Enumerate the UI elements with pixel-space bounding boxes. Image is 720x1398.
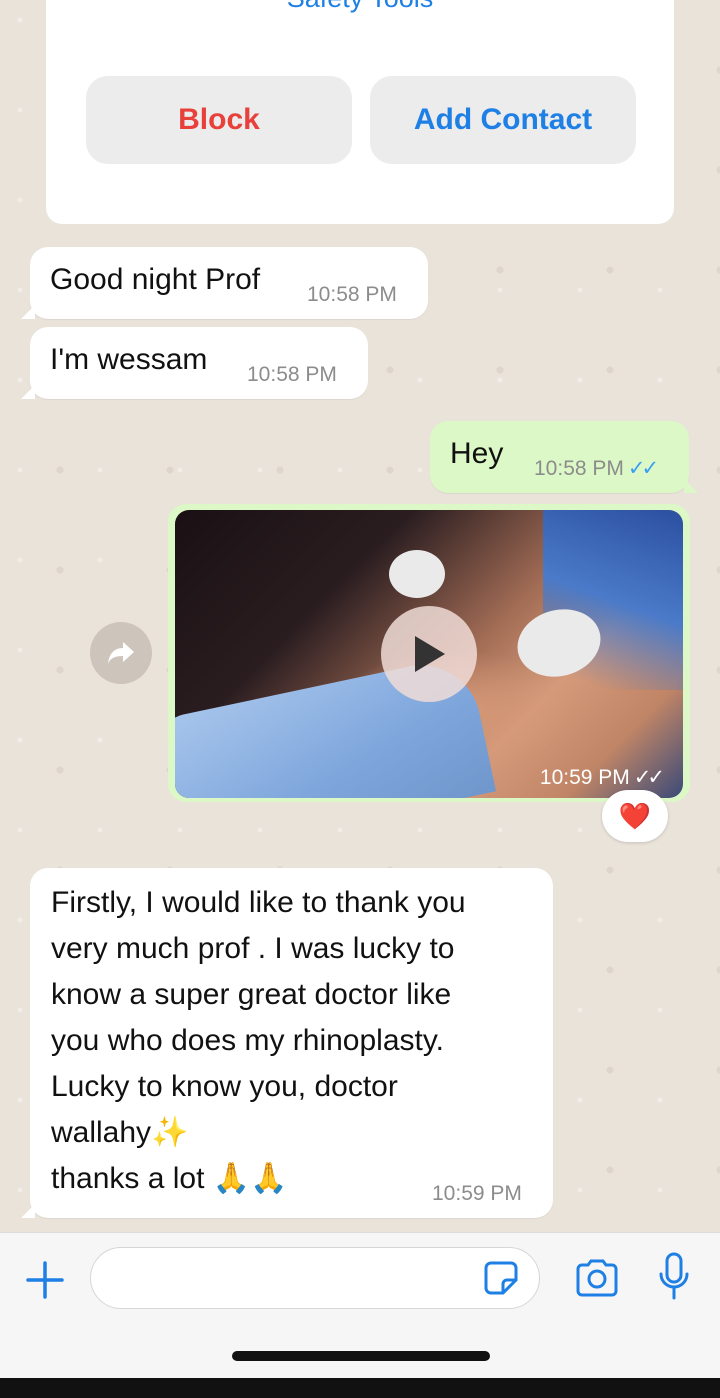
safety-tools-card: Safety Tools Block Add Contact (46, 0, 674, 224)
play-button[interactable] (381, 606, 477, 702)
sparkle-emoji: ✨ (151, 1116, 189, 1149)
message-line: wallahy (51, 1116, 152, 1149)
attach-button[interactable] (20, 1255, 70, 1305)
message-bubble-outgoing[interactable]: Hey 10:58 PM ✓✓ (430, 421, 698, 493)
message-text: I'm wessam (50, 343, 208, 376)
video-meta: 10:59 PM ✓✓ (539, 766, 665, 790)
message-time: 10:58 PM (307, 283, 397, 306)
forward-button[interactable] (90, 622, 152, 684)
message-meta: 10:58 PM ✓✓ (534, 457, 659, 481)
forward-arrow-icon (108, 642, 134, 664)
message-line-with-emoji: wallahy✨ (51, 1110, 466, 1156)
block-button[interactable]: Block (86, 76, 352, 164)
video-thumbnail[interactable]: 10:59 PM ✓✓ (175, 510, 683, 798)
microphone-icon (659, 1252, 689, 1300)
camera-icon (576, 1259, 618, 1297)
message-time: 10:58 PM (534, 457, 624, 480)
double-check-icon: ✓✓ (627, 457, 659, 480)
message-time: 10:58 PM (247, 363, 337, 386)
bottom-edge (0, 1378, 720, 1398)
sticker-button[interactable] (478, 1255, 524, 1301)
heart-icon: ❤️ (618, 800, 652, 831)
camera-button[interactable] (572, 1253, 622, 1303)
message-line: Lucky to know you, doctor (51, 1070, 398, 1103)
message-line-with-emoji: thanks a lot 🙏🙏 (51, 1156, 466, 1202)
eye-pad (389, 550, 445, 598)
pray-emoji: 🙏🙏 (212, 1162, 288, 1195)
video-message-bubble[interactable]: 10:59 PM ✓✓ (168, 504, 690, 802)
message-bubble-incoming[interactable]: Good night Prof 10:58 PM (21, 247, 428, 319)
message-line: know a super great doctor like (51, 978, 452, 1011)
message-input[interactable] (90, 1247, 540, 1309)
message-line: Firstly, I would like to thank you (51, 886, 466, 919)
play-icon (415, 636, 445, 672)
message-text: Hey (450, 437, 504, 470)
add-contact-button[interactable]: Add Contact (370, 76, 636, 164)
sticker-icon (484, 1261, 518, 1295)
home-indicator[interactable] (232, 1351, 490, 1361)
heart-reaction-badge[interactable]: ❤️ (602, 790, 668, 842)
message-line: you who does my rhinoplasty. (51, 1024, 444, 1057)
safety-tools-link[interactable]: Safety Tools (46, 0, 674, 16)
message-bubble-incoming[interactable]: Firstly, I would like to thank you very … (21, 868, 553, 1218)
microphone-button[interactable] (650, 1249, 698, 1305)
message-text-block: Firstly, I would like to thank you very … (51, 880, 466, 1202)
message-text: Good night Prof (50, 263, 261, 296)
plus-icon (26, 1261, 64, 1299)
message-time: 10:59 PM (432, 1182, 522, 1205)
message-line: thanks a lot (51, 1162, 205, 1195)
message-time: 10:59 PM (539, 766, 630, 789)
double-check-icon: ✓✓ (633, 766, 665, 789)
message-line: very much prof . I was lucky to (51, 932, 455, 965)
message-bubble-incoming[interactable]: I'm wessam 10:58 PM (21, 327, 368, 399)
